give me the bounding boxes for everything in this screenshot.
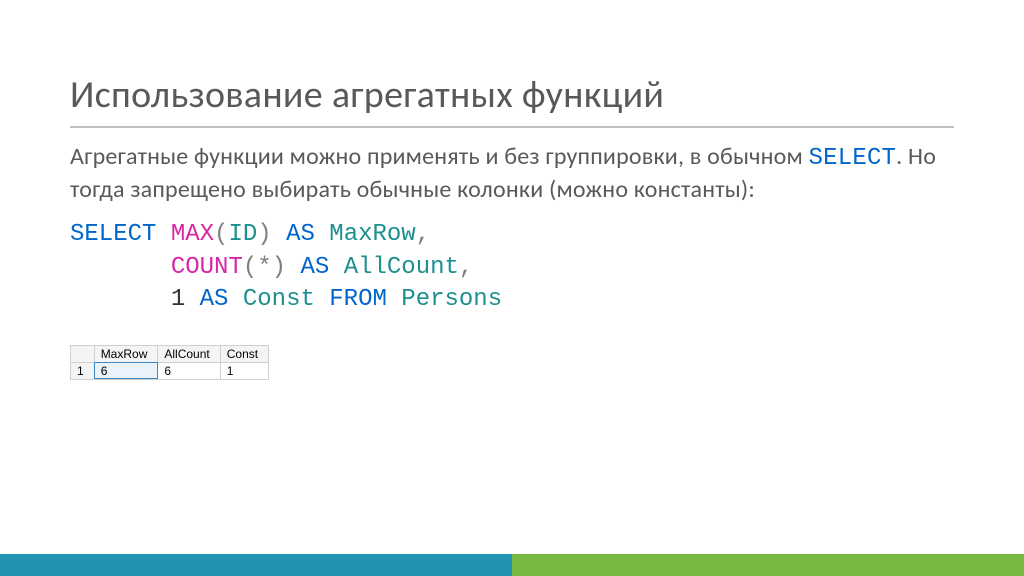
rp1: ): [257, 221, 271, 248]
maxrow: MaxRow: [329, 221, 415, 248]
kw-max: MAX: [171, 221, 214, 248]
col-const: Const: [220, 345, 268, 362]
rp2: ): [272, 254, 286, 281]
footer-bar: [0, 554, 1024, 576]
row-num: 1: [71, 362, 95, 379]
id: ID: [228, 221, 257, 248]
slide-title: Использование агрегатных функций: [70, 72, 954, 118]
sql-code-block: SELECT MAX(ID) AS MaxRow, COUNT(*) AS Al…: [70, 219, 954, 316]
body-paragraph: Агрегатные функции можно применять и без…: [70, 142, 954, 205]
kw-select: SELECT: [70, 221, 156, 248]
cell-const: 1: [220, 362, 268, 379]
c2: ,: [459, 254, 473, 281]
kw-as-1: AS: [286, 221, 315, 248]
col-allcount: AllCount: [158, 345, 220, 362]
col-maxrow: MaxRow: [94, 345, 158, 362]
footer-green: [512, 554, 1024, 576]
kw-as-2: AS: [300, 254, 329, 281]
table-header-row: MaxRow AllCount Const: [71, 345, 269, 362]
inline-select-keyword: SELECT: [809, 145, 897, 172]
lp1: (: [214, 221, 228, 248]
kw-from: FROM: [329, 286, 387, 313]
corner-cell: [71, 345, 95, 362]
lp2: (: [243, 254, 257, 281]
table-row: 1 6 6 1: [71, 362, 269, 379]
literal-1: 1: [171, 286, 185, 313]
title-divider: [70, 126, 954, 128]
result-table: MaxRow AllCount Const 1 6 6 1: [70, 345, 269, 380]
body-text-1: Агрегатные функции можно применять и без…: [70, 142, 809, 171]
c1: ,: [416, 221, 430, 248]
kw-count: COUNT: [171, 254, 243, 281]
kw-as-3: AS: [200, 286, 229, 313]
cell-maxrow: 6: [94, 362, 158, 379]
persons: Persons: [401, 286, 502, 313]
cell-allcount: 6: [158, 362, 220, 379]
star: *: [257, 254, 271, 281]
const: Const: [243, 286, 315, 313]
allcount: AllCount: [344, 254, 459, 281]
footer-teal: [0, 554, 512, 576]
